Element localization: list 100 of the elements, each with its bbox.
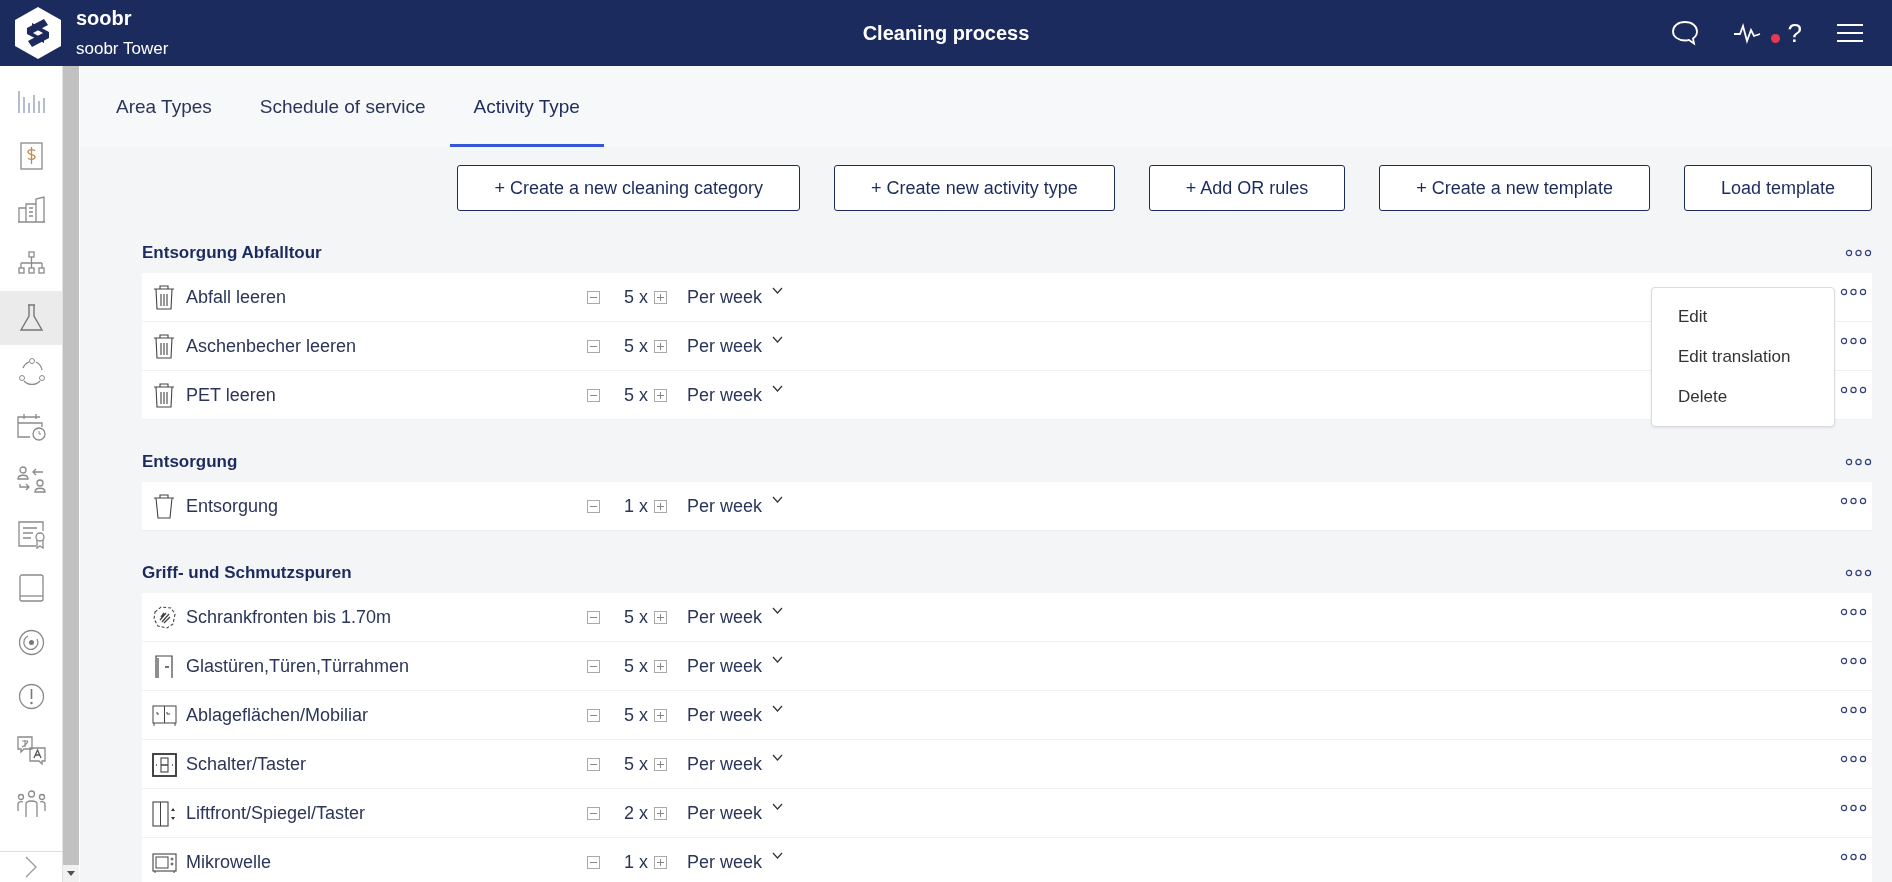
count-value: 1 — [624, 495, 634, 517]
count-unit: x — [639, 384, 648, 406]
minus-icon[interactable] — [587, 806, 600, 820]
count-value: 1 — [624, 851, 634, 873]
tab[interactable]: Activity Type — [449, 69, 604, 147]
chevron-down-icon — [772, 384, 784, 392]
frequency-dropdown[interactable]: Per week — [687, 655, 784, 677]
minus-icon[interactable] — [587, 290, 600, 304]
sidebar-item[interactable] — [0, 291, 62, 345]
frequency-dropdown[interactable]: Per week — [687, 606, 784, 628]
plus-icon[interactable] — [654, 290, 667, 304]
action-button[interactable]: + Create a new template — [1379, 165, 1650, 211]
more-icon[interactable] — [1840, 386, 1867, 394]
tab[interactable]: Schedule of service — [235, 69, 450, 147]
frequency-dropdown[interactable]: Per week — [687, 851, 784, 873]
frequency-dropdown[interactable]: Per week — [687, 286, 784, 308]
frequency-dropdown[interactable]: Per week — [687, 495, 784, 517]
plus-icon[interactable] — [654, 757, 667, 771]
more-icon[interactable] — [1840, 755, 1867, 763]
user-swap-icon — [15, 465, 47, 495]
minus-icon[interactable] — [587, 659, 600, 673]
count-value: 5 — [624, 286, 634, 308]
activity-name: PET leeren — [186, 384, 277, 406]
minus-icon[interactable] — [587, 757, 600, 771]
more-icon[interactable] — [1840, 706, 1867, 714]
more-icon[interactable] — [1845, 569, 1872, 577]
frequency-dropdown[interactable]: Per week — [687, 384, 784, 406]
more-icon[interactable] — [1840, 608, 1867, 616]
chevron-down-icon — [772, 851, 784, 859]
plus-icon[interactable] — [654, 855, 667, 869]
action-button[interactable]: + Create a new cleaning category — [457, 165, 801, 211]
certificate-icon — [15, 519, 47, 549]
chevron-down-icon — [772, 335, 784, 343]
action-button[interactable]: + Add OR rules — [1148, 165, 1346, 211]
count-unit: x — [639, 335, 648, 357]
plus-icon[interactable] — [654, 388, 667, 402]
activity-name: Ablageflächen/Mobiliar — [186, 704, 370, 726]
section-title: Entsorgung — [142, 452, 238, 472]
brand-name: soobr — [76, 7, 133, 30]
trash-icon — [151, 381, 177, 409]
minus-icon[interactable] — [587, 708, 600, 722]
bin-icon — [151, 492, 177, 520]
menu-item[interactable]: Edit — [1652, 297, 1834, 337]
logo-icon — [14, 6, 62, 60]
chevron-down-icon — [772, 606, 784, 614]
frequency-dropdown[interactable]: Per week — [687, 802, 784, 824]
more-icon[interactable] — [1845, 249, 1872, 257]
trash-icon — [151, 332, 177, 360]
help-button[interactable]: ? — [1787, 17, 1802, 49]
plus-icon[interactable] — [654, 806, 667, 820]
frequency-dropdown[interactable]: Per week — [687, 753, 784, 775]
action-button[interactable]: + Create new activity type — [834, 165, 1115, 211]
chevron-down-icon — [772, 753, 784, 761]
more-icon[interactable] — [1840, 657, 1867, 665]
elevator-icon — [151, 799, 177, 827]
plus-icon[interactable] — [654, 708, 667, 722]
scrollbar[interactable] — [63, 66, 79, 882]
minus-icon[interactable] — [587, 339, 600, 353]
count-unit: x — [639, 753, 648, 775]
pulse-icon[interactable] — [1732, 22, 1761, 44]
plus-icon[interactable] — [654, 499, 667, 513]
count-value: 2 — [624, 802, 634, 824]
count-unit: x — [639, 286, 648, 308]
chevron-down-icon — [772, 286, 784, 294]
activity-name: Mikrowelle — [186, 851, 273, 873]
more-icon[interactable] — [1840, 804, 1867, 812]
chevron-right-icon[interactable] — [24, 856, 38, 878]
count-unit: x — [639, 851, 648, 873]
count-value: 5 — [624, 704, 634, 726]
more-icon[interactable] — [1840, 288, 1867, 296]
plus-icon[interactable] — [654, 339, 667, 353]
frequency-dropdown[interactable]: Per week — [687, 335, 784, 357]
action-button[interactable]: Load template — [1683, 165, 1872, 211]
more-icon[interactable] — [1845, 458, 1872, 466]
menu-item[interactable]: Delete — [1652, 377, 1834, 417]
plus-icon[interactable] — [654, 610, 667, 624]
minus-icon[interactable] — [587, 855, 600, 869]
count-value: 5 — [624, 335, 634, 357]
minus-icon[interactable] — [587, 388, 600, 402]
scroll-down-icon[interactable] — [67, 871, 75, 876]
menu-icon[interactable] — [1836, 23, 1864, 43]
chevron-down-icon — [772, 704, 784, 712]
menu-item[interactable]: Edit translation — [1652, 337, 1834, 377]
minus-icon[interactable] — [587, 610, 600, 624]
tab[interactable]: Area Types — [92, 69, 236, 147]
more-icon[interactable] — [1840, 497, 1867, 505]
activity-name: Schalter/Taster — [186, 753, 308, 775]
minus-icon[interactable] — [587, 499, 600, 513]
more-icon[interactable] — [1840, 337, 1867, 345]
count-unit: x — [639, 655, 648, 677]
count-value: 5 — [624, 384, 634, 406]
count-value: 5 — [624, 606, 634, 628]
frequency-dropdown[interactable]: Per week — [687, 704, 784, 726]
more-icon[interactable] — [1840, 853, 1867, 861]
page-title: Cleaning process — [862, 21, 1030, 45]
plus-icon[interactable] — [654, 659, 667, 673]
count-unit: x — [639, 606, 648, 628]
activity-name: Glastüren,Türen,Türrahmen — [186, 655, 411, 677]
count-value: 5 — [624, 655, 634, 677]
chat-icon[interactable] — [1670, 20, 1699, 46]
